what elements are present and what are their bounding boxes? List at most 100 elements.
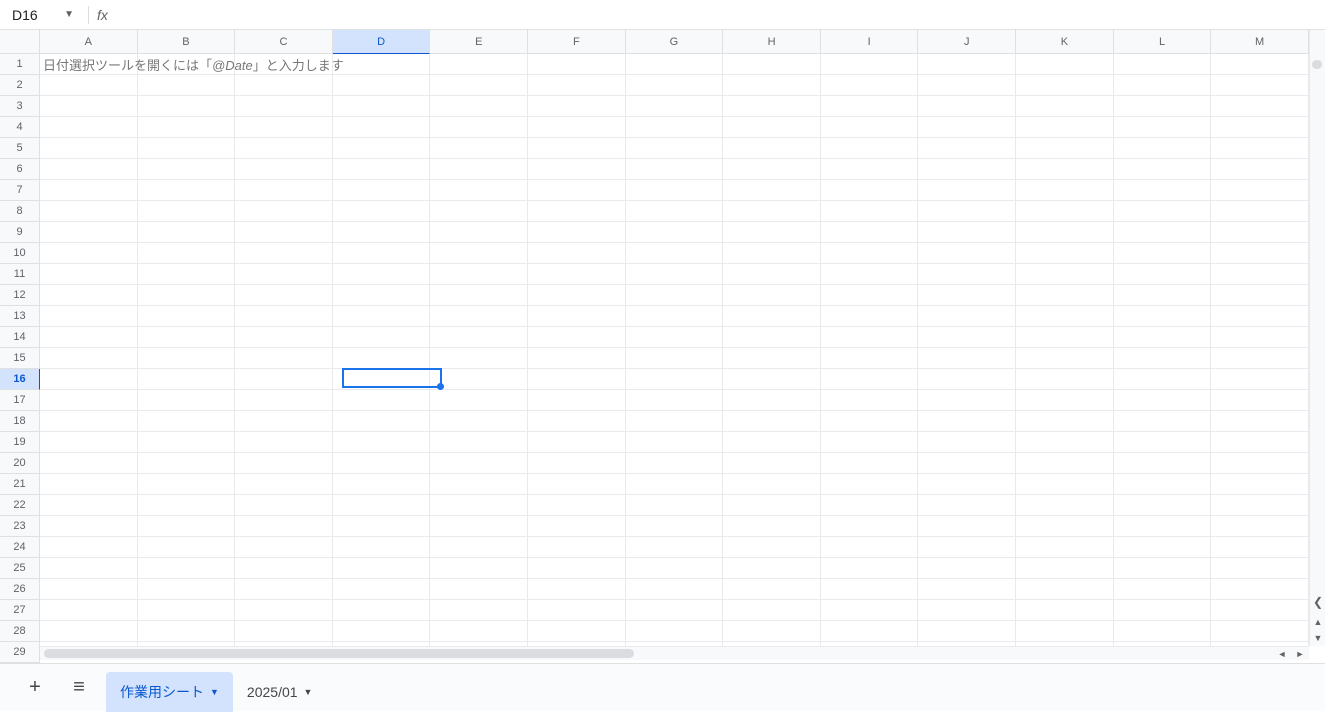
cell[interactable] [1211,453,1309,474]
scroll-right-icon[interactable]: ► [1291,647,1309,661]
cell[interactable] [918,306,1016,327]
cell[interactable] [528,327,626,348]
cell[interactable] [138,201,236,222]
cell[interactable] [821,75,919,96]
row-header[interactable]: 27 [0,600,40,621]
cell[interactable] [1211,516,1309,537]
cell[interactable] [235,159,333,180]
cell[interactable] [333,327,431,348]
cell[interactable] [138,600,236,621]
row-header[interactable]: 12 [0,285,40,306]
cell[interactable] [333,75,431,96]
cell[interactable] [138,579,236,600]
cell[interactable] [40,474,138,495]
cell[interactable] [138,474,236,495]
cell[interactable] [1114,621,1212,642]
cell[interactable] [626,201,724,222]
cell[interactable] [918,495,1016,516]
cell[interactable] [626,558,724,579]
cell[interactable] [821,285,919,306]
cell[interactable] [626,75,724,96]
cell[interactable] [821,159,919,180]
cell[interactable] [528,159,626,180]
cell[interactable] [333,390,431,411]
cell[interactable] [821,54,919,75]
cell[interactable] [1211,243,1309,264]
cell[interactable] [626,285,724,306]
cell[interactable] [723,390,821,411]
cell[interactable] [1211,474,1309,495]
cell[interactable] [430,537,528,558]
cell[interactable] [528,621,626,642]
cell[interactable] [40,285,138,306]
cell[interactable] [1114,117,1212,138]
cell[interactable] [1211,54,1309,75]
cell[interactable] [1114,369,1212,390]
cell[interactable] [626,600,724,621]
cell[interactable] [333,285,431,306]
cell[interactable] [723,243,821,264]
cell[interactable] [235,474,333,495]
cell[interactable]: 日付選択ツールを開くには「@Date」と入力します [40,54,138,75]
cell[interactable] [1211,138,1309,159]
cell[interactable] [723,348,821,369]
cell[interactable] [333,96,431,117]
cell[interactable] [528,138,626,159]
cell[interactable] [138,369,236,390]
cell[interactable] [430,159,528,180]
cell[interactable] [918,264,1016,285]
cell[interactable] [528,201,626,222]
cell[interactable] [626,537,724,558]
cell[interactable] [430,306,528,327]
cell[interactable] [1211,621,1309,642]
cell[interactable] [40,537,138,558]
cell[interactable] [821,537,919,558]
cell[interactable] [235,117,333,138]
cell[interactable] [138,138,236,159]
cell[interactable] [723,285,821,306]
cell[interactable] [821,96,919,117]
row-header[interactable]: 18 [0,411,40,432]
cell[interactable] [821,516,919,537]
cell[interactable] [40,159,138,180]
cell[interactable] [626,411,724,432]
cell[interactable] [1114,600,1212,621]
cell[interactable] [821,222,919,243]
cell[interactable] [1211,579,1309,600]
cell[interactable] [821,348,919,369]
cell[interactable] [333,369,431,390]
cell[interactable] [235,516,333,537]
cell[interactable] [918,600,1016,621]
cell[interactable] [528,432,626,453]
cell[interactable] [1016,138,1114,159]
column-header[interactable]: D [333,30,431,54]
cell[interactable] [528,558,626,579]
cell[interactable] [626,369,724,390]
cell[interactable] [1114,537,1212,558]
cell[interactable] [333,306,431,327]
cell[interactable] [235,432,333,453]
cell[interactable] [821,138,919,159]
cell[interactable] [626,117,724,138]
cell[interactable] [626,96,724,117]
row-header[interactable]: 25 [0,558,40,579]
cell[interactable] [333,411,431,432]
row-header[interactable]: 23 [0,516,40,537]
cell[interactable] [528,495,626,516]
cell[interactable] [918,516,1016,537]
cell[interactable] [1016,537,1114,558]
cell[interactable] [1016,579,1114,600]
cell[interactable] [723,453,821,474]
cell[interactable] [235,96,333,117]
add-sheet-button[interactable]: + [18,671,52,705]
cell[interactable] [333,621,431,642]
cell[interactable] [723,201,821,222]
cell[interactable] [333,222,431,243]
cell[interactable] [723,537,821,558]
cell[interactable] [333,600,431,621]
cell[interactable] [918,327,1016,348]
cell[interactable] [1016,369,1114,390]
cell[interactable] [1016,474,1114,495]
cell[interactable] [821,327,919,348]
cell[interactable] [1016,75,1114,96]
